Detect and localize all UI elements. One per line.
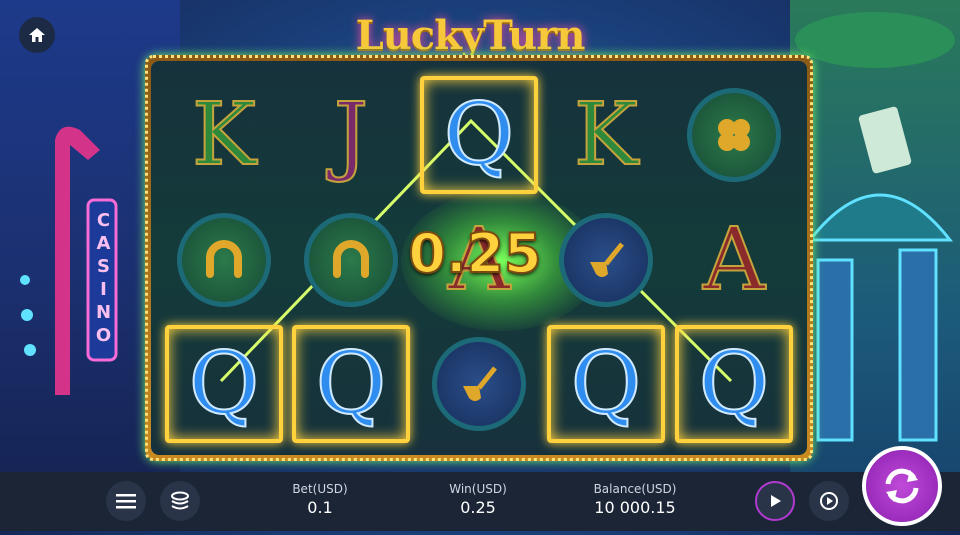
reel-symbol-q: Q — [165, 325, 283, 443]
reel-symbol-pipe — [547, 201, 665, 319]
bet-display: Bet(USD) 0.1 — [280, 482, 360, 517]
horseshoe-icon — [177, 213, 271, 307]
win-amount-popup: 0.25 — [407, 221, 542, 286]
symbol-letter: Q — [570, 334, 643, 434]
win-label: Win(USD) — [449, 482, 507, 496]
turbo-button[interactable] — [755, 481, 795, 521]
reel-symbol-q: Q — [420, 76, 538, 194]
balance-label: Balance(USD) — [593, 482, 677, 496]
reel-symbol-horseshoe — [165, 201, 283, 319]
win-display: Win(USD) 0.25 — [438, 482, 518, 517]
symbol-letter: J — [333, 85, 370, 185]
play-icon — [771, 495, 781, 507]
reel-symbol-q: Q — [547, 325, 665, 443]
spin-icon — [885, 468, 919, 504]
bet-label: Bet(USD) — [292, 482, 348, 496]
symbol-letter: Q — [698, 334, 771, 434]
casino-backdrop-right — [790, 0, 960, 531]
bet-coins-button[interactable] — [160, 481, 200, 521]
casino-building-graphic — [795, 12, 955, 442]
symbol-letter: K — [573, 85, 639, 185]
menu-button[interactable] — [106, 481, 146, 521]
bet-value: 0.1 — [307, 498, 333, 517]
balance-value: 10 000.15 — [594, 498, 676, 517]
win-value: 0.25 — [460, 498, 496, 517]
symbol-letter: Q — [443, 85, 516, 185]
reel-symbol-clover — [675, 76, 793, 194]
autoplay-button[interactable] — [809, 481, 849, 521]
reel-symbol-a: A — [675, 201, 793, 319]
reel-symbol-q: Q — [675, 325, 793, 443]
horseshoe-icon — [304, 213, 398, 307]
home-button[interactable] — [19, 17, 55, 53]
home-icon — [29, 28, 45, 42]
symbol-letter: A — [702, 210, 766, 310]
reel-symbol-q: Q — [292, 325, 410, 443]
menu-icon — [116, 494, 136, 509]
reel-symbol-k: K — [547, 76, 665, 194]
reel-symbol-horseshoe — [292, 201, 410, 319]
coins-icon — [171, 491, 189, 510]
autoplay-icon — [820, 492, 838, 510]
spin-button[interactable] — [862, 446, 942, 526]
reel-symbol-pipe — [420, 325, 538, 443]
casino-sign-text: CASINO — [93, 210, 114, 348]
symbol-letter: Q — [315, 334, 388, 434]
clover-icon — [687, 88, 781, 182]
pipe-icon — [432, 337, 526, 431]
reel-symbol-k: K — [165, 76, 283, 194]
pipe-icon — [559, 213, 653, 307]
balance-display: Balance(USD) 10 000.15 — [588, 482, 682, 517]
reel-symbol-j: J — [292, 76, 410, 194]
symbol-letter: Q — [188, 334, 261, 434]
symbol-letter: K — [191, 85, 257, 185]
